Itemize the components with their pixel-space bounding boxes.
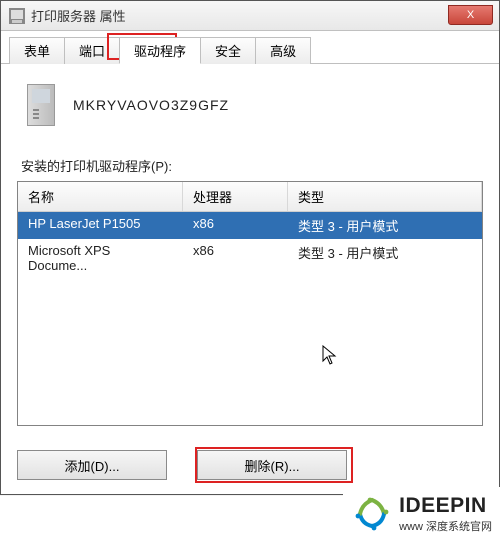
driver-list[interactable]: 名称 处理器 类型 HP LaserJet P1505 x86 类型 3 - 用… xyxy=(17,181,483,426)
driver-row[interactable]: HP LaserJet P1505 x86 类型 3 - 用户模式 xyxy=(18,212,482,239)
tab-advanced[interactable]: 高级 xyxy=(255,37,311,64)
watermark-brand: IDEEPIN xyxy=(399,494,492,518)
button-row: 添加(D)... 删除(R)... xyxy=(17,450,483,480)
tab-label: 安全 xyxy=(215,44,241,59)
tab-label: 表单 xyxy=(24,44,50,59)
installed-drivers-label: 安装的打印机驱动程序(P): xyxy=(17,156,483,175)
titlebar: 打印服务器 属性 X xyxy=(1,1,499,31)
dialog-window: 打印服务器 属性 X 表单 端口 驱动程序 安全 高级 MKRYVAOVO3Z9… xyxy=(0,0,500,495)
watermark-logo-icon xyxy=(351,493,393,535)
driver-type: 类型 3 - 用户模式 xyxy=(288,212,482,239)
server-name: MKRYVAOVO3Z9GFZ xyxy=(73,97,229,113)
tab-label: 高级 xyxy=(270,44,296,59)
tab-content: MKRYVAOVO3Z9GFZ 安装的打印机驱动程序(P): 名称 处理器 类型… xyxy=(1,64,499,494)
tab-drivers[interactable]: 驱动程序 xyxy=(119,37,201,64)
tab-strip: 表单 端口 驱动程序 安全 高级 xyxy=(1,31,499,64)
driver-name: HP LaserJet P1505 xyxy=(18,212,183,239)
driver-list-header: 名称 处理器 类型 xyxy=(18,182,482,212)
driver-name: Microsoft XPS Docume... xyxy=(18,239,183,277)
close-button[interactable]: X xyxy=(448,5,493,25)
printer-icon xyxy=(9,8,25,24)
tab-label: 端口 xyxy=(79,44,105,59)
tab-forms[interactable]: 表单 xyxy=(9,37,65,64)
watermark-text: IDEEPIN www 深度系统官网 xyxy=(399,494,492,534)
driver-processor: x86 xyxy=(183,239,288,277)
watermark: IDEEPIN www 深度系统官网 xyxy=(343,487,500,541)
column-header-name[interactable]: 名称 xyxy=(18,182,183,211)
driver-row[interactable]: Microsoft XPS Docume... x86 类型 3 - 用户模式 xyxy=(18,239,482,277)
tab-label: 驱动程序 xyxy=(134,44,186,59)
add-button[interactable]: 添加(D)... xyxy=(17,450,167,480)
tab-ports[interactable]: 端口 xyxy=(64,37,120,64)
driver-type: 类型 3 - 用户模式 xyxy=(288,239,482,277)
driver-processor: x86 xyxy=(183,212,288,239)
dialog-title: 打印服务器 属性 xyxy=(31,6,126,25)
column-header-processor[interactable]: 处理器 xyxy=(183,182,288,211)
server-info-row: MKRYVAOVO3Z9GFZ xyxy=(17,84,483,126)
tab-security[interactable]: 安全 xyxy=(200,37,256,64)
remove-button[interactable]: 删除(R)... xyxy=(197,450,347,480)
column-header-type[interactable]: 类型 xyxy=(288,182,482,211)
server-tower-icon xyxy=(27,84,55,126)
watermark-sub: www 深度系统官网 xyxy=(399,518,492,534)
